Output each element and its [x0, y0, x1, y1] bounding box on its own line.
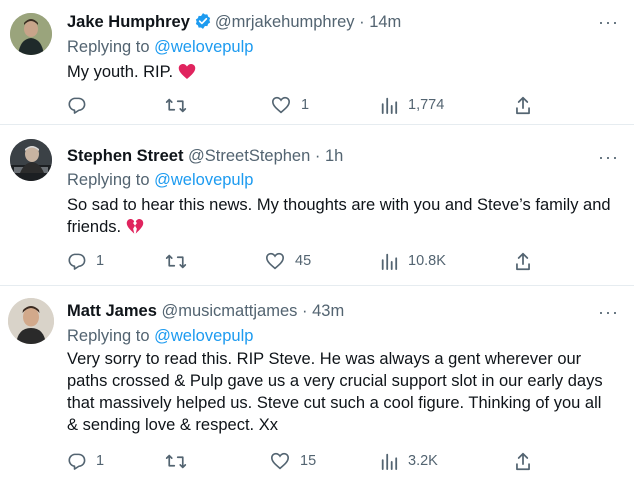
heart-icon: [265, 252, 285, 270]
author-handle[interactable]: @mrjakehumphrey: [215, 13, 355, 31]
tweet-text-line: So sad to hear this news. My thoughts ar…: [67, 196, 611, 214]
more-options-icon[interactable]: ···: [598, 303, 618, 327]
like-count: 45: [295, 253, 312, 269]
share-icon: [516, 452, 530, 470]
tweet-text-line-with-emoji: friends.: [67, 216, 627, 241]
tweet-text-line: that massively helped us. Steve cut such…: [67, 394, 602, 412]
view-count: 1,774: [408, 97, 445, 113]
views-icon: [381, 453, 398, 470]
share-icon: [516, 96, 530, 114]
tweet-text: So sad to hear this news. My thoughts ar…: [67, 194, 627, 241]
tweet-text-line: My youth. RIP.: [67, 63, 174, 81]
views-icon: [381, 97, 398, 114]
author-name[interactable]: Jake Humphrey: [67, 13, 190, 31]
avatar[interactable]: [8, 298, 54, 344]
views-button[interactable]: 1,774: [380, 94, 444, 116]
retweet-icon: [165, 454, 187, 468]
tweet-actions: 1 45 10.8K: [67, 250, 537, 272]
reply-icon: [68, 97, 86, 114]
heart-icon: [270, 452, 290, 470]
heart-icon: [271, 96, 291, 114]
like-count: 1: [301, 97, 310, 113]
tweet-1[interactable]: Jake Humphrey @mrjakehumphrey · 14m ··· R…: [0, 0, 634, 121]
like-count: 15: [300, 453, 317, 469]
tweet-header: Stephen Street @StreetStephen · 1h: [67, 146, 343, 166]
retweet-button[interactable]: [165, 450, 197, 472]
timestamp[interactable]: · 1h: [315, 147, 343, 165]
mention-link[interactable]: @welovepulp: [154, 327, 253, 345]
share-button[interactable]: [514, 250, 532, 272]
views-button[interactable]: 3.2K: [380, 450, 438, 472]
replying-to: Replying to @welovepulp: [67, 170, 253, 190]
author-name[interactable]: Stephen Street: [67, 147, 183, 165]
retweet-icon: [165, 254, 187, 268]
retweet-button[interactable]: [165, 94, 197, 116]
author-handle[interactable]: @musicmattjames: [161, 302, 297, 320]
broken-heart-icon: [126, 218, 144, 241]
share-button[interactable]: [514, 450, 532, 472]
replying-prefix: Replying to: [67, 171, 155, 189]
share-icon: [516, 252, 530, 270]
tweet-text-line: paths crossed & Pulp gave us a very cruc…: [67, 372, 603, 390]
share-button[interactable]: [514, 94, 532, 116]
views-icon: [381, 253, 398, 270]
avatar[interactable]: [10, 13, 52, 55]
avatar[interactable]: [10, 139, 52, 181]
reply-icon: [68, 453, 86, 470]
tweet-text: My youth. RIP.: [67, 61, 627, 86]
reply-count: 1: [96, 453, 105, 469]
red-heart-icon: [178, 63, 196, 86]
tweet-actions: 1 15 3.2K: [67, 450, 537, 472]
retweet-icon: [165, 98, 187, 112]
reply-count: 1: [96, 253, 105, 269]
tweet-header: Jake Humphrey @mrjakehumphrey · 14m: [67, 12, 401, 35]
replying-to: Replying to @welovepulp: [67, 37, 253, 57]
replying-prefix: Replying to: [67, 327, 155, 345]
tweet-actions: 1 1,774: [67, 94, 537, 116]
author-name[interactable]: Matt James: [67, 302, 157, 320]
tweet-3[interactable]: Matt James @musicmattjames · 43m ··· Rep…: [0, 286, 634, 477]
retweet-button[interactable]: [165, 250, 197, 272]
timestamp[interactable]: · 43m: [302, 302, 344, 320]
mention-link[interactable]: @welovepulp: [154, 38, 253, 56]
more-options-icon[interactable]: ···: [598, 148, 618, 172]
reply-button[interactable]: 1: [67, 450, 104, 472]
author-handle[interactable]: @StreetStephen: [188, 147, 310, 165]
like-button[interactable]: 15: [270, 450, 316, 472]
like-button[interactable]: 45: [265, 250, 311, 272]
view-count: 10.8K: [408, 253, 446, 269]
views-button[interactable]: 10.8K: [380, 250, 446, 272]
tweet-text-line: & sending love & respect. Xx: [67, 416, 278, 434]
more-options-icon[interactable]: ···: [598, 13, 618, 37]
timestamp[interactable]: · 14m: [359, 13, 401, 31]
tweet-text-line: friends.: [67, 218, 122, 236]
like-button[interactable]: 1: [271, 94, 309, 116]
view-count: 3.2K: [408, 453, 438, 469]
verified-badge-icon: [194, 12, 212, 35]
tweet-text: Very sorry to read this. RIP Steve. He w…: [67, 348, 627, 436]
mention-link[interactable]: @welovepulp: [154, 171, 253, 189]
reply-button[interactable]: [67, 94, 96, 116]
tweet-header: Matt James @musicmattjames · 43m: [67, 301, 344, 321]
tweet-2[interactable]: Stephen Street @StreetStephen · 1h ··· R…: [0, 125, 634, 285]
reply-icon: [68, 253, 86, 270]
replying-prefix: Replying to: [67, 38, 155, 56]
reply-button[interactable]: 1: [67, 250, 104, 272]
replying-to: Replying to @welovepulp: [67, 326, 253, 346]
tweet-text-line: Very sorry to read this. RIP Steve. He w…: [67, 350, 582, 368]
